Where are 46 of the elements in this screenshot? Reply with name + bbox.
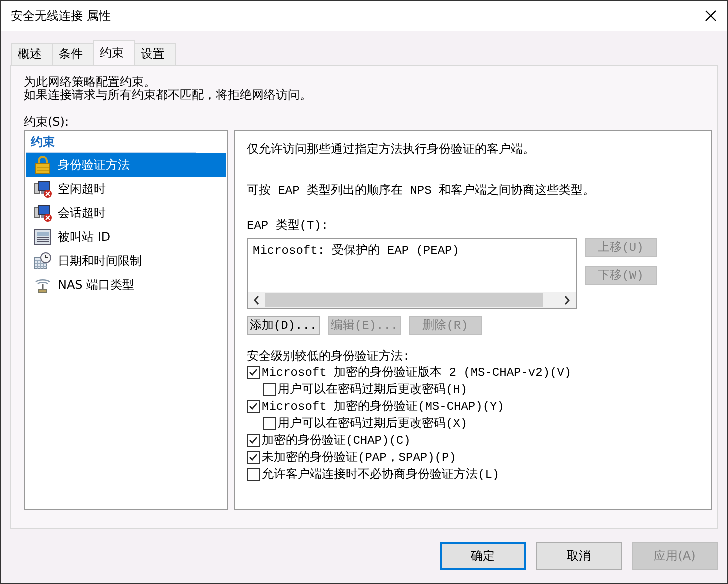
list-button[interactable]: 添加(D)...: [247, 316, 320, 335]
description-text: 仅允许访问那些通过指定方法执行身份验证的客户端。: [247, 142, 536, 158]
checkbox[interactable]: [263, 383, 276, 396]
tab[interactable]: 设置: [134, 43, 176, 65]
checkbox-label: 未加密的身份验证(PAP，SPAP)(P): [262, 450, 456, 466]
checkbox[interactable]: [247, 451, 260, 464]
tab[interactable]: 概述: [11, 43, 53, 65]
eap-item[interactable]: Microsoft: 受保护的 EAP (PEAP): [248, 239, 576, 262]
eap-list[interactable]: Microsoft: 受保护的 EAP (PEAP): [247, 238, 577, 309]
checkbox[interactable]: [247, 468, 260, 481]
constraint-item[interactable]: 会话超时: [26, 201, 226, 225]
constraint-item[interactable]: 日期和时间限制: [26, 249, 226, 273]
scroll-left-icon: [254, 296, 259, 304]
tab[interactable]: 约束: [93, 40, 135, 65]
checkbox-label: 允许客户端连接时不必协商身份验证方法(L): [262, 466, 500, 483]
checkbox-label: 用户可以在密码过期后更改密码(X): [278, 416, 468, 432]
scrollbar-thumb[interactable]: [265, 293, 543, 307]
constraint-item[interactable]: NAS 端口类型: [26, 273, 226, 297]
checkbox-label: Microsoft 加密的身份验证(MS-CHAP)(Y): [262, 399, 504, 415]
calendar-clock-icon: [34, 252, 52, 270]
intro-text: 为此网络策略配置约束。: [24, 76, 157, 89]
monitor-icon: [34, 180, 52, 198]
checkbox[interactable]: [247, 366, 260, 379]
checkbox[interactable]: [247, 434, 260, 447]
tab[interactable]: 条件: [52, 43, 94, 65]
constraint-item[interactable]: 身份验证方法: [26, 153, 226, 177]
window-title: 安全无线连接 属性: [11, 8, 111, 24]
checkbox-label: Microsoft 加密的身份验证版本 2 (MS-CHAP-v2)(V): [262, 365, 572, 381]
scroll-right-icon: [565, 296, 570, 304]
list-label: 约束(S):: [24, 115, 70, 129]
phone-icon: [34, 228, 52, 246]
lock-icon: [34, 156, 52, 174]
intro-text: 如果连接请求与所有约束都不匹配，将拒绝网络访问。: [24, 89, 313, 102]
close-icon[interactable]: [705, 10, 717, 22]
checkbox-label: 用户可以在密码过期后更改密码(H): [278, 382, 468, 398]
dialog-button[interactable]: 确定: [440, 542, 526, 570]
constraint-item[interactable]: 被叫站 ID: [26, 225, 226, 249]
constraint-item[interactable]: 空闲超时: [26, 177, 226, 201]
dialog-button[interactable]: 取消: [536, 542, 622, 570]
checkbox[interactable]: [263, 417, 276, 430]
monitor-icon: [34, 204, 52, 222]
eap-label: EAP 类型(T):: [247, 218, 330, 234]
checkbox-label: 加密的身份验证(CHAP)(C): [262, 433, 411, 449]
section-label: 安全级别较低的身份验证方法:: [247, 348, 412, 364]
order-note: 可按 EAP 类型列出的顺序在 NPS 和客户端之间协商这些类型。: [247, 182, 596, 199]
checkbox[interactable]: [247, 400, 260, 413]
